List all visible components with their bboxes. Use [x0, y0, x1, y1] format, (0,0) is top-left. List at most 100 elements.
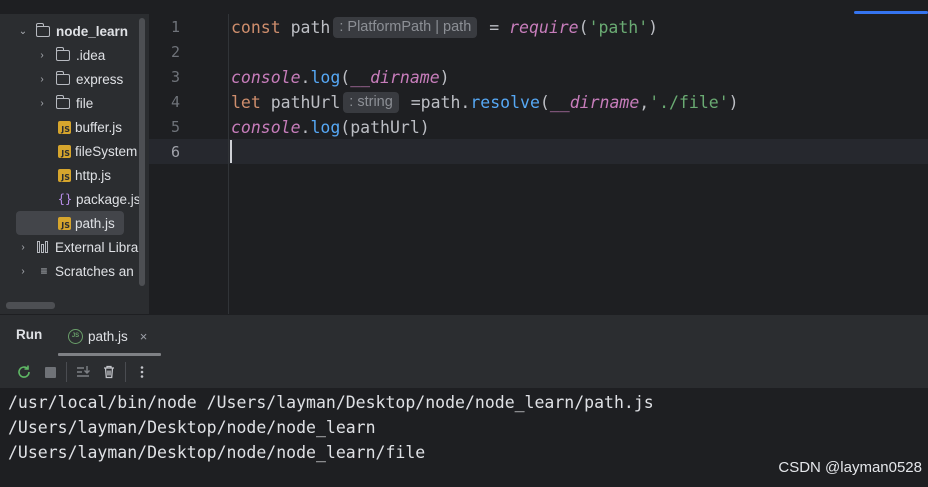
string-token: './file' — [649, 93, 729, 112]
run-toolbar — [0, 356, 928, 388]
run-tab-path-js[interactable]: JS path.js × — [58, 315, 161, 357]
tree-horizontal-scrollbar[interactable] — [6, 302, 55, 309]
library-icon — [37, 241, 51, 253]
paren-token: ) — [728, 93, 739, 112]
editor-tab-strip — [0, 0, 928, 14]
global-variable-token: __dirname — [549, 93, 640, 112]
global-object-token: console — [231, 118, 301, 137]
rerun-icon[interactable] — [14, 362, 34, 382]
stop-icon[interactable] — [40, 362, 60, 382]
dot-token: . — [300, 68, 311, 87]
tree-item-filesystem[interactable]: JS fileSystem — [0, 139, 140, 163]
watermark: CSDN @layman0528 — [778, 459, 922, 476]
tree-item-scratches[interactable]: › ≡ Scratches an — [0, 259, 140, 283]
console-output[interactable]: /usr/local/bin/node /Users/layman/Deskto… — [0, 388, 928, 487]
line-number-current: 6 — [170, 143, 180, 161]
variable-token: pathUrl — [260, 93, 341, 112]
method-token: log — [310, 118, 341, 137]
nodejs-icon: JS — [68, 328, 83, 344]
string-token: 'path' — [588, 18, 649, 37]
tree-item-node-learn[interactable]: ⌄ node_learn — [0, 19, 140, 43]
paren-token: ) — [648, 18, 659, 37]
run-panel-title: Run — [16, 327, 43, 342]
chevron-right-icon[interactable]: › — [16, 264, 30, 278]
js-file-icon: JS — [58, 144, 71, 158]
chevron-down-icon[interactable]: ⌄ — [16, 24, 30, 38]
project-tree: ⌄ node_learn › .idea › express › file JS… — [0, 14, 149, 314]
folder-icon — [35, 22, 50, 37]
text-caret — [230, 140, 232, 163]
keyword-token: const — [231, 18, 281, 37]
line-number: 2 — [170, 43, 180, 61]
paren-token: ( — [340, 68, 351, 87]
global-variable-token: __dirname — [350, 68, 440, 87]
tree-item-file[interactable]: › file — [0, 91, 140, 115]
global-object-token: console — [231, 68, 301, 87]
toolbar-separator — [125, 362, 126, 382]
folder-icon — [55, 46, 70, 61]
line-number: 3 — [170, 68, 180, 86]
type-inlay-hint: : PlatformPath | path — [333, 17, 478, 38]
tree-vertical-scrollbar[interactable] — [139, 18, 145, 286]
console-line: /usr/local/bin/node /Users/layman/Deskto… — [8, 393, 654, 412]
js-file-icon: JS — [58, 120, 71, 134]
tree-item-label: Scratches an — [55, 263, 134, 279]
tree-item-external-libraries[interactable]: › External Libra — [0, 235, 140, 259]
variable-token: path — [280, 18, 331, 37]
tree-item-label: http.js — [75, 167, 112, 183]
line-number-gutter: 1 2 3 4 5 6 — [149, 14, 229, 314]
method-token: resolve — [470, 93, 540, 112]
folder-icon — [55, 70, 70, 85]
json-file-icon: {} — [57, 192, 73, 206]
tree-item-label: package.js — [76, 191, 140, 207]
line-number: 5 — [170, 118, 180, 136]
operator-token: =path. — [400, 93, 471, 112]
code-line-1[interactable]: const path : PlatformPath | path = requi… — [231, 15, 658, 40]
code-line-4[interactable]: let pathUrl : string =path. resolve ( __… — [231, 90, 739, 115]
dot-token: . — [300, 118, 311, 137]
clear-icon[interactable] — [99, 362, 119, 382]
js-file-icon: JS — [58, 168, 71, 182]
tree-item-label: External Libra — [55, 239, 139, 255]
tree-item-package-json[interactable]: {} package.js — [0, 187, 140, 211]
keyword-token: let — [231, 93, 261, 112]
method-token: log — [310, 68, 341, 87]
folder-icon — [55, 94, 70, 109]
tree-item-label: file — [76, 95, 94, 111]
tree-item-label: buffer.js — [75, 119, 123, 135]
tree-item-path-js[interactable]: JS path.js — [16, 211, 124, 235]
paren-token: ) — [439, 68, 450, 87]
code-line-3[interactable]: console . log ( __dirname ) — [231, 65, 450, 90]
close-icon[interactable]: × — [140, 329, 148, 344]
tree-item-idea[interactable]: › .idea — [0, 43, 140, 67]
tree-item-buffer-js[interactable]: JS buffer.js — [0, 115, 140, 139]
line-number: 4 — [170, 93, 180, 111]
current-line-highlight — [149, 139, 928, 164]
chevron-right-icon[interactable]: › — [16, 240, 30, 254]
console-line: /Users/layman/Desktop/node/node_learn — [8, 418, 376, 437]
tree-item-label: path.js — [75, 215, 115, 231]
comma-token: , — [639, 93, 650, 112]
chevron-right-icon[interactable]: › — [35, 96, 49, 110]
paren-token: ( — [578, 18, 589, 37]
chevron-right-icon[interactable]: › — [35, 48, 49, 62]
code-editor[interactable]: 1 2 3 4 5 6 const path : PlatformPath | … — [149, 14, 928, 314]
tree-item-label: .idea — [76, 47, 106, 63]
paren-token: ( — [539, 93, 550, 112]
js-file-icon: JS — [58, 216, 71, 230]
scroll-to-end-icon[interactable] — [73, 362, 93, 382]
code-line-5[interactable]: console . log (pathUrl) — [231, 115, 430, 140]
tree-item-label: node_learn — [56, 23, 129, 39]
operator-token: = — [479, 18, 510, 37]
tree-item-http-js[interactable]: JS http.js — [0, 163, 140, 187]
run-panel-header: Run JS path.js × — [0, 314, 928, 356]
args-token: (pathUrl) — [340, 118, 430, 137]
toolbar-separator — [66, 362, 67, 382]
tree-item-label: fileSystem — [75, 143, 138, 159]
type-inlay-hint: : string — [343, 92, 399, 113]
line-number: 1 — [170, 18, 180, 36]
run-tab-label: path.js — [88, 328, 128, 344]
tree-item-express[interactable]: › express — [0, 67, 140, 91]
chevron-right-icon[interactable]: › — [35, 72, 49, 86]
more-icon[interactable] — [132, 362, 152, 382]
